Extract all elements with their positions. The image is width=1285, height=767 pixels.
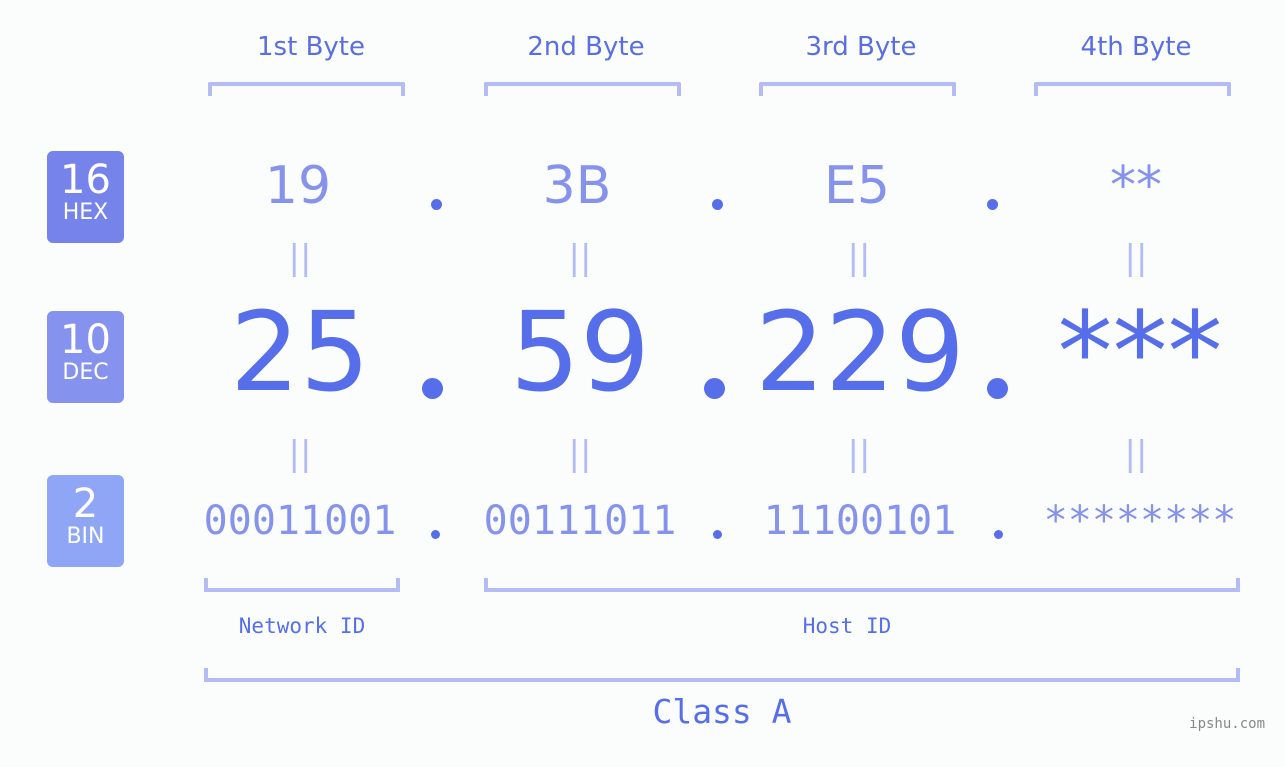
- hex-badge: 16 HEX: [47, 151, 124, 243]
- equals-icon: ||: [288, 434, 312, 474]
- hex-badge-base: 16: [60, 157, 111, 203]
- bin-value-1: 00011001: [203, 498, 397, 544]
- dec-value-4: ***: [1057, 288, 1223, 416]
- byte-bracket-3: [759, 82, 956, 96]
- bin-separator-dot: [713, 530, 722, 539]
- equals-icon: ||: [847, 238, 871, 278]
- bin-separator-dot: [431, 530, 440, 539]
- dec-separator-dot: [422, 378, 443, 399]
- class-bracket: [204, 668, 1240, 682]
- hex-badge-label: HEX: [62, 200, 109, 225]
- dec-separator-dot: [704, 378, 725, 399]
- byte-bracket-2: [484, 82, 681, 96]
- byte-header-4: 4th Byte: [1080, 32, 1192, 62]
- class-label: Class A: [652, 692, 792, 731]
- hex-separator-dot: [712, 199, 723, 210]
- dec-badge: 10 DEC: [47, 311, 124, 403]
- network-id-bracket: [204, 578, 400, 592]
- hex-value-2: 3B: [542, 156, 612, 216]
- host-id-label: Host ID: [802, 614, 892, 638]
- dec-badge-label: DEC: [62, 360, 109, 385]
- hex-value-1: 19: [264, 156, 332, 216]
- hex-separator-dot: [431, 199, 442, 210]
- byte-bracket-4: [1034, 82, 1231, 96]
- dec-badge-base: 10: [60, 317, 111, 363]
- host-id-bracket: [484, 578, 1240, 592]
- bin-badge: 2 BIN: [47, 475, 124, 567]
- bin-badge-label: BIN: [66, 524, 105, 549]
- bin-badge-base: 2: [72, 481, 99, 527]
- equals-icon: ||: [1124, 434, 1148, 474]
- watermark: ipshu.com: [1189, 716, 1265, 732]
- hex-separator-dot: [987, 199, 998, 210]
- bin-value-4: ********: [1043, 498, 1237, 544]
- bin-value-2: 00111011: [483, 498, 677, 544]
- byte-header-3: 3rd Byte: [805, 32, 917, 62]
- dec-value-1: 25: [230, 288, 370, 416]
- bin-value-3: 11100101: [763, 498, 957, 544]
- hex-value-3: E5: [824, 156, 890, 216]
- equals-icon: ||: [288, 238, 312, 278]
- byte-bracket-1: [208, 82, 405, 96]
- equals-icon: ||: [568, 238, 592, 278]
- dec-value-2: 59: [510, 288, 650, 416]
- equals-icon: ||: [847, 434, 871, 474]
- dec-separator-dot: [987, 378, 1008, 399]
- equals-icon: ||: [1124, 238, 1148, 278]
- dec-value-3: 229: [755, 288, 965, 416]
- hex-value-4: **: [1110, 156, 1162, 216]
- bin-separator-dot: [994, 530, 1003, 539]
- byte-header-1: 1st Byte: [257, 32, 365, 62]
- byte-header-2: 2nd Byte: [527, 32, 645, 62]
- network-id-label: Network ID: [238, 614, 366, 638]
- equals-icon: ||: [568, 434, 592, 474]
